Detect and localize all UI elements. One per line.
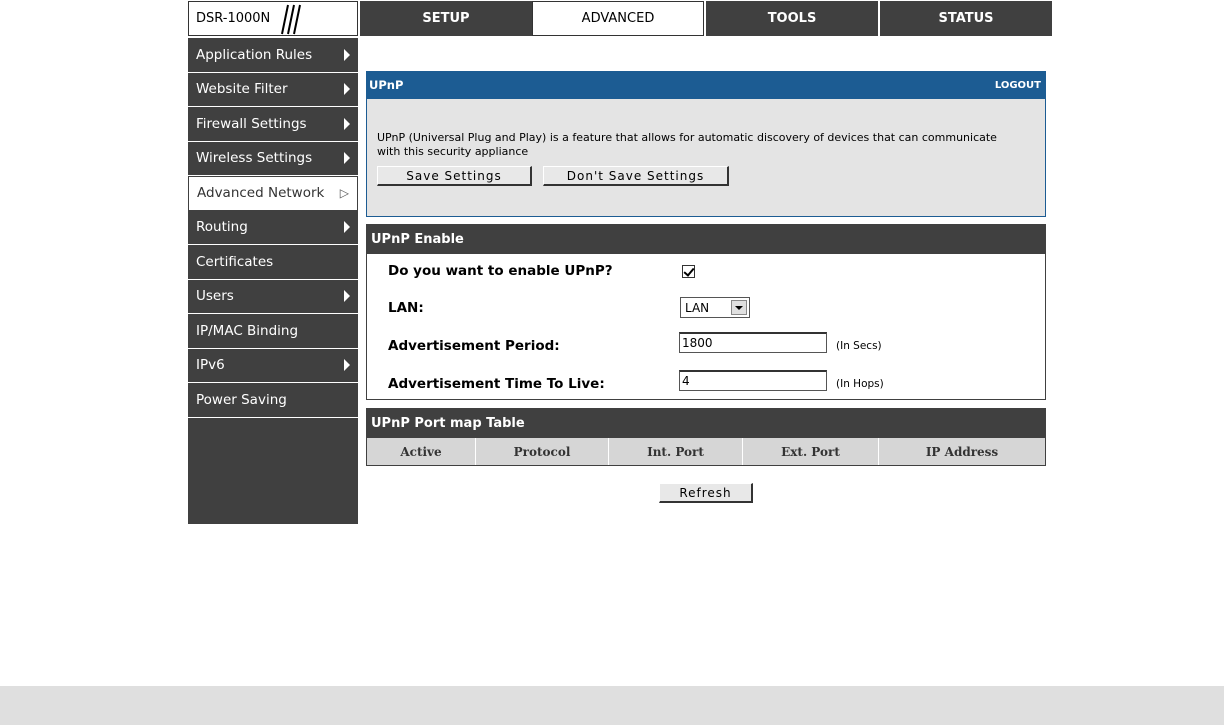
sidebar-item-application-rules[interactable]: Application Rules	[188, 38, 358, 73]
arrow-outline-right-icon: ▷	[339, 186, 349, 201]
sidebar-item-label: Users	[196, 288, 234, 305]
top-nav: DSR-1000N SETUP ADVANCED TOOLS STATUS	[188, 1, 1052, 36]
arrow-right-icon	[344, 290, 350, 303]
lan-label: LAN:	[388, 300, 424, 316]
main-content: UPnP LOGOUT UPnP (Universal Plug and Pla…	[366, 71, 1046, 503]
enable-upnp-checkbox[interactable]	[682, 265, 695, 278]
chevron-down-icon[interactable]	[731, 300, 747, 315]
sidebar-item-advanced-network[interactable]: Advanced Network ▷	[188, 176, 358, 211]
column-header-active: Active	[367, 438, 476, 465]
advertisement-period-unit: (In Secs)	[836, 340, 882, 352]
sidebar-item-power-saving[interactable]: Power Saving	[188, 383, 358, 418]
sidebar-item-label: Advanced Network	[197, 185, 325, 202]
sidebar-item-ipv6[interactable]: IPv6	[188, 349, 358, 383]
logout-link[interactable]: LOGOUT	[995, 80, 1041, 91]
arrow-right-icon	[344, 117, 350, 130]
action-buttons: Save Settings Don't Save Settings	[377, 166, 1035, 186]
refresh-wrap: Refresh	[659, 483, 753, 503]
save-settings-button[interactable]: Save Settings	[377, 166, 532, 186]
upnp-header: UPnP LOGOUT	[366, 71, 1046, 99]
column-header-int-port: Int. Port	[609, 438, 743, 465]
sidebar-item-label: IP/MAC Binding	[196, 322, 299, 339]
sidebar-item-label: Power Saving	[196, 391, 287, 408]
column-header-ext-port: Ext. Port	[743, 438, 879, 465]
enable-upnp-label: Do you want to enable UPnP?	[388, 263, 613, 279]
upnp-info-panel: UPnP (Universal Plug and Play) is a feat…	[366, 99, 1046, 217]
slash-logo-icon	[281, 4, 301, 35]
tab-status[interactable]: STATUS	[878, 1, 1052, 36]
sidebar-item-label: Certificates	[196, 253, 274, 270]
advertisement-period-input[interactable]: 1800	[679, 332, 827, 353]
advertisement-ttl-label: Advertisement Time To Live:	[388, 376, 605, 392]
tab-tools[interactable]: TOOLS	[704, 1, 878, 36]
sidebar-item-label: IPv6	[196, 357, 225, 374]
sidebar: Application Rules Website Filter Firewal…	[188, 38, 358, 524]
column-header-protocol: Protocol	[476, 438, 609, 465]
advertisement-period-label: Advertisement Period:	[388, 338, 560, 354]
advertisement-ttl-input[interactable]: 4	[679, 370, 827, 391]
arrow-right-icon	[344, 152, 350, 165]
portmap-table-header: Active Protocol Int. Port Ext. Port IP A…	[366, 438, 1046, 466]
upnp-description: UPnP (Universal Plug and Play) is a feat…	[377, 131, 997, 158]
lan-select[interactable]: LAN	[680, 297, 750, 318]
page-title: UPnP	[369, 78, 404, 92]
upnp-enable-panel: Do you want to enable UPnP? LAN: LAN Adv…	[366, 254, 1046, 400]
sidebar-item-routing[interactable]: Routing	[188, 211, 358, 245]
arrow-right-icon	[344, 221, 350, 234]
model-logo: DSR-1000N	[188, 1, 358, 36]
sidebar-item-users[interactable]: Users	[188, 280, 358, 314]
model-name: DSR-1000N	[196, 11, 271, 26]
tab-setup[interactable]: SETUP	[358, 1, 532, 36]
column-header-ip-address: IP Address	[925, 444, 999, 459]
portmap-header: UPnP Port map Table	[366, 408, 1046, 438]
sidebar-item-label: Routing	[196, 219, 248, 236]
sidebar-item-certificates[interactable]: Certificates	[188, 245, 358, 280]
sidebar-item-firewall-settings[interactable]: Firewall Settings	[188, 107, 358, 142]
arrow-right-icon	[344, 48, 350, 61]
upnp-enable-header: UPnP Enable	[366, 224, 1046, 254]
arrow-right-icon	[344, 359, 350, 372]
tab-advanced[interactable]: ADVANCED	[532, 1, 704, 36]
sidebar-item-label: Wireless Settings	[196, 150, 313, 167]
lan-select-value: LAN	[685, 300, 710, 315]
footer-bar	[0, 686, 1224, 725]
arrow-right-icon	[344, 83, 350, 96]
refresh-button[interactable]: Refresh	[659, 483, 753, 503]
sidebar-item-wireless-settings[interactable]: Wireless Settings	[188, 142, 358, 176]
sidebar-item-ip-mac-binding[interactable]: IP/MAC Binding	[188, 314, 358, 349]
sidebar-item-label: Firewall Settings	[196, 115, 307, 132]
sidebar-item-label: Application Rules	[196, 46, 313, 63]
dont-save-settings-button[interactable]: Don't Save Settings	[543, 166, 729, 186]
advertisement-ttl-unit: (In Hops)	[836, 378, 884, 390]
sidebar-item-website-filter[interactable]: Website Filter	[188, 73, 358, 107]
sidebar-item-label: Website Filter	[196, 81, 288, 98]
